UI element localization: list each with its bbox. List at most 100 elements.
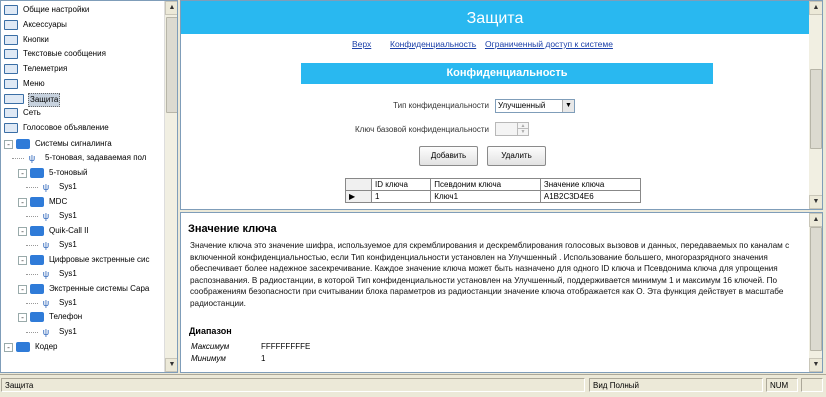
voice-announcement-icon bbox=[4, 123, 18, 133]
max-value: FFFFFFFFFE bbox=[261, 342, 311, 351]
column-header[interactable]: ID ключа bbox=[370, 178, 432, 191]
cell-key-id[interactable]: 1 bbox=[370, 190, 432, 203]
folder-icon bbox=[30, 197, 44, 207]
tree-item-label: Кнопки bbox=[23, 35, 49, 44]
tree-item[interactable]: ψ Sys1 bbox=[1, 267, 164, 281]
table-row[interactable]: ▶ 1 Ключ1 A1B2C3D4E6 bbox=[345, 190, 642, 203]
menu-icon bbox=[4, 79, 18, 89]
privacy-type-select[interactable]: Улучшенный ▼ bbox=[495, 99, 575, 113]
scroll-thumb[interactable] bbox=[810, 227, 822, 351]
tree-item[interactable]: - 5-тоновый bbox=[1, 166, 164, 180]
tree-item-label: Голосовое объявление bbox=[23, 123, 109, 132]
row-selector-icon[interactable]: ▶ bbox=[345, 190, 372, 203]
antenna-icon: ψ bbox=[42, 240, 50, 250]
tree-item[interactable]: ψ Sys1 bbox=[1, 238, 164, 252]
settings-pane: Защита Верх Конфиденциальность Ограничен… bbox=[180, 0, 823, 210]
tree-item[interactable]: Аксессуары bbox=[1, 18, 164, 32]
row-header-corner bbox=[345, 178, 372, 191]
tree-item-label: Sys1 bbox=[59, 298, 77, 307]
antenna-icon: ψ bbox=[42, 211, 50, 221]
privacy-type-value: Улучшенный bbox=[498, 101, 546, 110]
tree-item[interactable]: Сеть bbox=[1, 106, 164, 120]
tree-scrollbar[interactable]: ▲ ▼ bbox=[164, 1, 177, 372]
tree-item[interactable]: Защита bbox=[1, 92, 164, 107]
min-label: Минимум bbox=[191, 354, 226, 363]
folder-icon bbox=[16, 139, 30, 149]
tree-item[interactable]: - Телефон bbox=[1, 310, 164, 324]
tree-item[interactable]: - Системы сигналинга bbox=[1, 137, 164, 151]
tree-item[interactable]: Телеметрия bbox=[1, 62, 164, 76]
tree-item-label: Sys1 bbox=[59, 269, 77, 278]
tree-item[interactable]: ψ Sys1 bbox=[1, 325, 164, 339]
tree-item[interactable]: Голосовое объявление bbox=[1, 121, 164, 135]
scroll-up-icon[interactable]: ▲ bbox=[809, 1, 822, 15]
tree-item[interactable]: Текстовые сообщения bbox=[1, 47, 164, 61]
link-restricted-access[interactable]: Ограниченный доступ к системе bbox=[485, 39, 613, 49]
scroll-down-icon[interactable]: ▼ bbox=[165, 358, 177, 372]
basic-key-stepper[interactable]: ▲ ▼ bbox=[495, 122, 529, 136]
scroll-up-icon[interactable]: ▲ bbox=[165, 1, 177, 15]
tree-item-label: Общие настройки bbox=[23, 5, 90, 14]
collapse-toggle-icon[interactable]: - bbox=[18, 256, 27, 265]
tree-item[interactable]: ψ Sys1 bbox=[1, 180, 164, 194]
settings-icon bbox=[4, 5, 18, 15]
scroll-down-icon[interactable]: ▼ bbox=[809, 358, 822, 372]
chevron-down-icon[interactable]: ▼ bbox=[562, 100, 574, 112]
tree-item[interactable]: - Экстренные системы Сара bbox=[1, 282, 164, 296]
folder-icon bbox=[16, 342, 30, 352]
tree-item[interactable]: ψ Sys1 bbox=[1, 296, 164, 310]
max-label: Максимум bbox=[191, 342, 230, 351]
help-title: Значение ключа bbox=[188, 223, 277, 235]
column-header[interactable]: Псевдоним ключа bbox=[430, 178, 541, 191]
antenna-icon: ψ bbox=[42, 298, 50, 308]
tree-item[interactable]: ψ Sys1 bbox=[1, 209, 164, 223]
tree-item[interactable]: - MDC bbox=[1, 195, 164, 209]
collapse-toggle-icon[interactable]: - bbox=[18, 198, 27, 207]
help-scrollbar[interactable]: ▲ ▼ bbox=[809, 213, 822, 372]
tree-item-label: Sys1 bbox=[59, 327, 77, 336]
tree-item-label: Экстренные системы Сара bbox=[49, 284, 150, 293]
tree-item-label: Sys1 bbox=[59, 211, 77, 220]
tree-item[interactable]: - Цифровые экстренные сис bbox=[1, 253, 164, 267]
upper-scrollbar[interactable]: ▲ ▼ bbox=[809, 1, 822, 209]
scroll-down-icon[interactable]: ▼ bbox=[809, 195, 822, 209]
collapse-toggle-icon[interactable]: - bbox=[18, 169, 27, 178]
tree-item-label: Аксессуары bbox=[23, 20, 67, 29]
collapse-toggle-icon[interactable]: - bbox=[4, 140, 13, 149]
network-icon bbox=[4, 108, 18, 118]
navigation-tree[interactable]: Общие настройки Аксессуары Кнопки Текстовые… bbox=[0, 0, 178, 373]
column-header[interactable]: Значение ключа bbox=[539, 178, 642, 191]
buttons-icon bbox=[4, 35, 18, 45]
collapse-toggle-icon[interactable]: - bbox=[18, 285, 27, 294]
cell-key-value[interactable]: A1B2C3D4E6 bbox=[539, 190, 642, 203]
status-text: Защита bbox=[1, 378, 585, 392]
scroll-thumb[interactable] bbox=[166, 17, 177, 113]
scroll-thumb[interactable] bbox=[810, 69, 822, 149]
collapse-toggle-icon[interactable]: - bbox=[18, 227, 27, 236]
delete-button[interactable]: Удалить bbox=[487, 146, 546, 166]
tree-item[interactable]: Общие настройки bbox=[1, 3, 164, 17]
link-top[interactable]: Верх bbox=[352, 39, 371, 49]
tree-item-label: Меню bbox=[23, 79, 45, 88]
tree-item[interactable]: - Кодер bbox=[1, 340, 164, 354]
tree-item[interactable]: Меню bbox=[1, 77, 164, 91]
privacy-type-label: Тип конфиденциальности bbox=[393, 101, 489, 110]
tree-item-label: Сеть bbox=[23, 108, 41, 117]
tree-item-label: Защита bbox=[28, 93, 61, 107]
scroll-up-icon[interactable]: ▲ bbox=[809, 213, 822, 227]
section-title: Конфиденциальность bbox=[301, 63, 713, 84]
add-button[interactable]: Добавить bbox=[419, 146, 478, 166]
status-num: NUM bbox=[766, 378, 798, 392]
collapse-toggle-icon[interactable]: - bbox=[18, 313, 27, 322]
cell-key-alias[interactable]: Ключ1 bbox=[430, 190, 541, 203]
tree-item[interactable]: - Quik-Call II bbox=[1, 224, 164, 238]
spin-down-icon[interactable]: ▼ bbox=[517, 129, 528, 135]
link-privacy[interactable]: Конфиденциальность bbox=[390, 39, 476, 49]
key-table: ID ключа Псевдоним ключа Значение ключа … bbox=[345, 178, 642, 203]
folder-icon bbox=[30, 226, 44, 236]
tree-item[interactable]: Кнопки bbox=[1, 33, 164, 47]
collapse-toggle-icon[interactable]: - bbox=[4, 343, 13, 352]
tree-item[interactable]: ψ 5-тоновая, задаваемая пол bbox=[1, 151, 164, 165]
tree-item-label: Кодер bbox=[35, 342, 58, 351]
tree-item-label: Системы сигналинга bbox=[35, 139, 112, 148]
